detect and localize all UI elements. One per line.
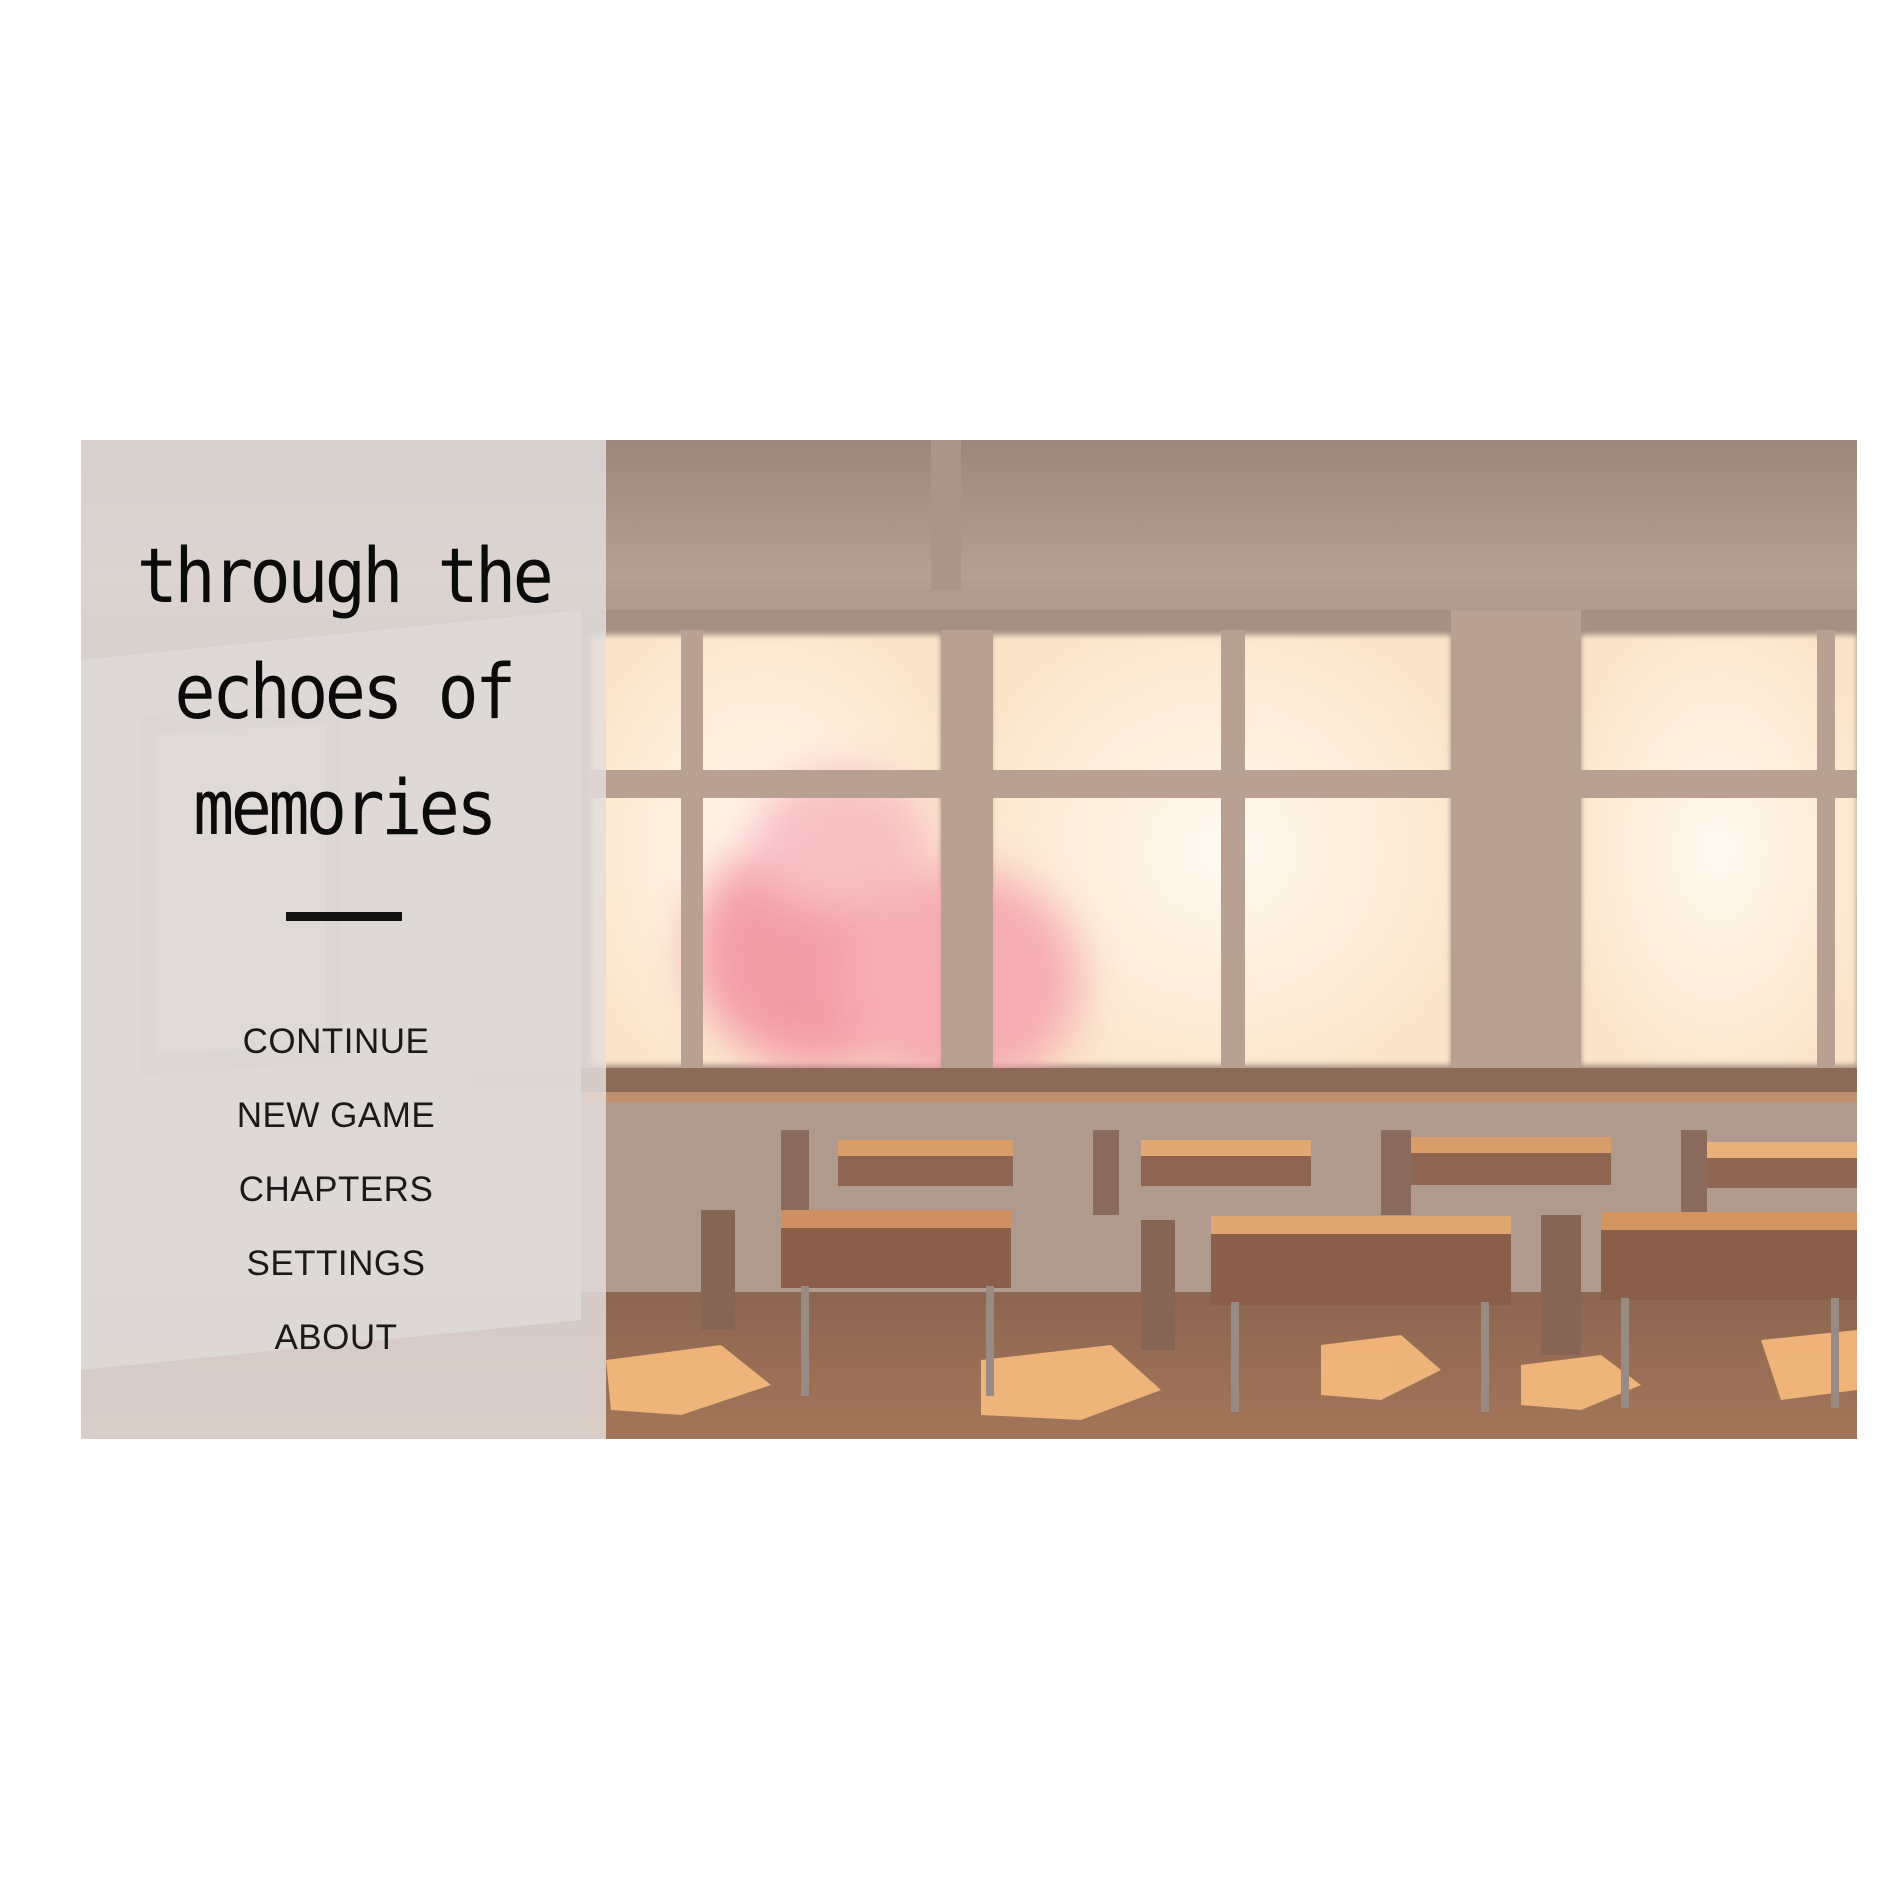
- main-menu: CONTINUE NEW GAME CHAPTERS SETTINGS ABOU…: [81, 1005, 591, 1375]
- game-title-line-3: memories: [193, 763, 497, 852]
- about-button[interactable]: ABOUT: [81, 1301, 591, 1375]
- title-divider: [286, 912, 402, 921]
- settings-button[interactable]: SETTINGS: [81, 1227, 591, 1301]
- chapters-button[interactable]: CHAPTERS: [81, 1153, 591, 1227]
- game-title-line-2: echoes of: [174, 647, 516, 736]
- continue-button[interactable]: CONTINUE: [81, 1005, 591, 1079]
- game-title-line-1: through the: [136, 531, 554, 620]
- main-menu-panel: through the echoes of memories CONTINUE …: [81, 440, 606, 1439]
- new-game-button[interactable]: NEW GAME: [81, 1079, 591, 1153]
- title-screen: through the echoes of memories CONTINUE …: [81, 440, 1857, 1439]
- game-title: through the echoes of memories: [107, 518, 580, 866]
